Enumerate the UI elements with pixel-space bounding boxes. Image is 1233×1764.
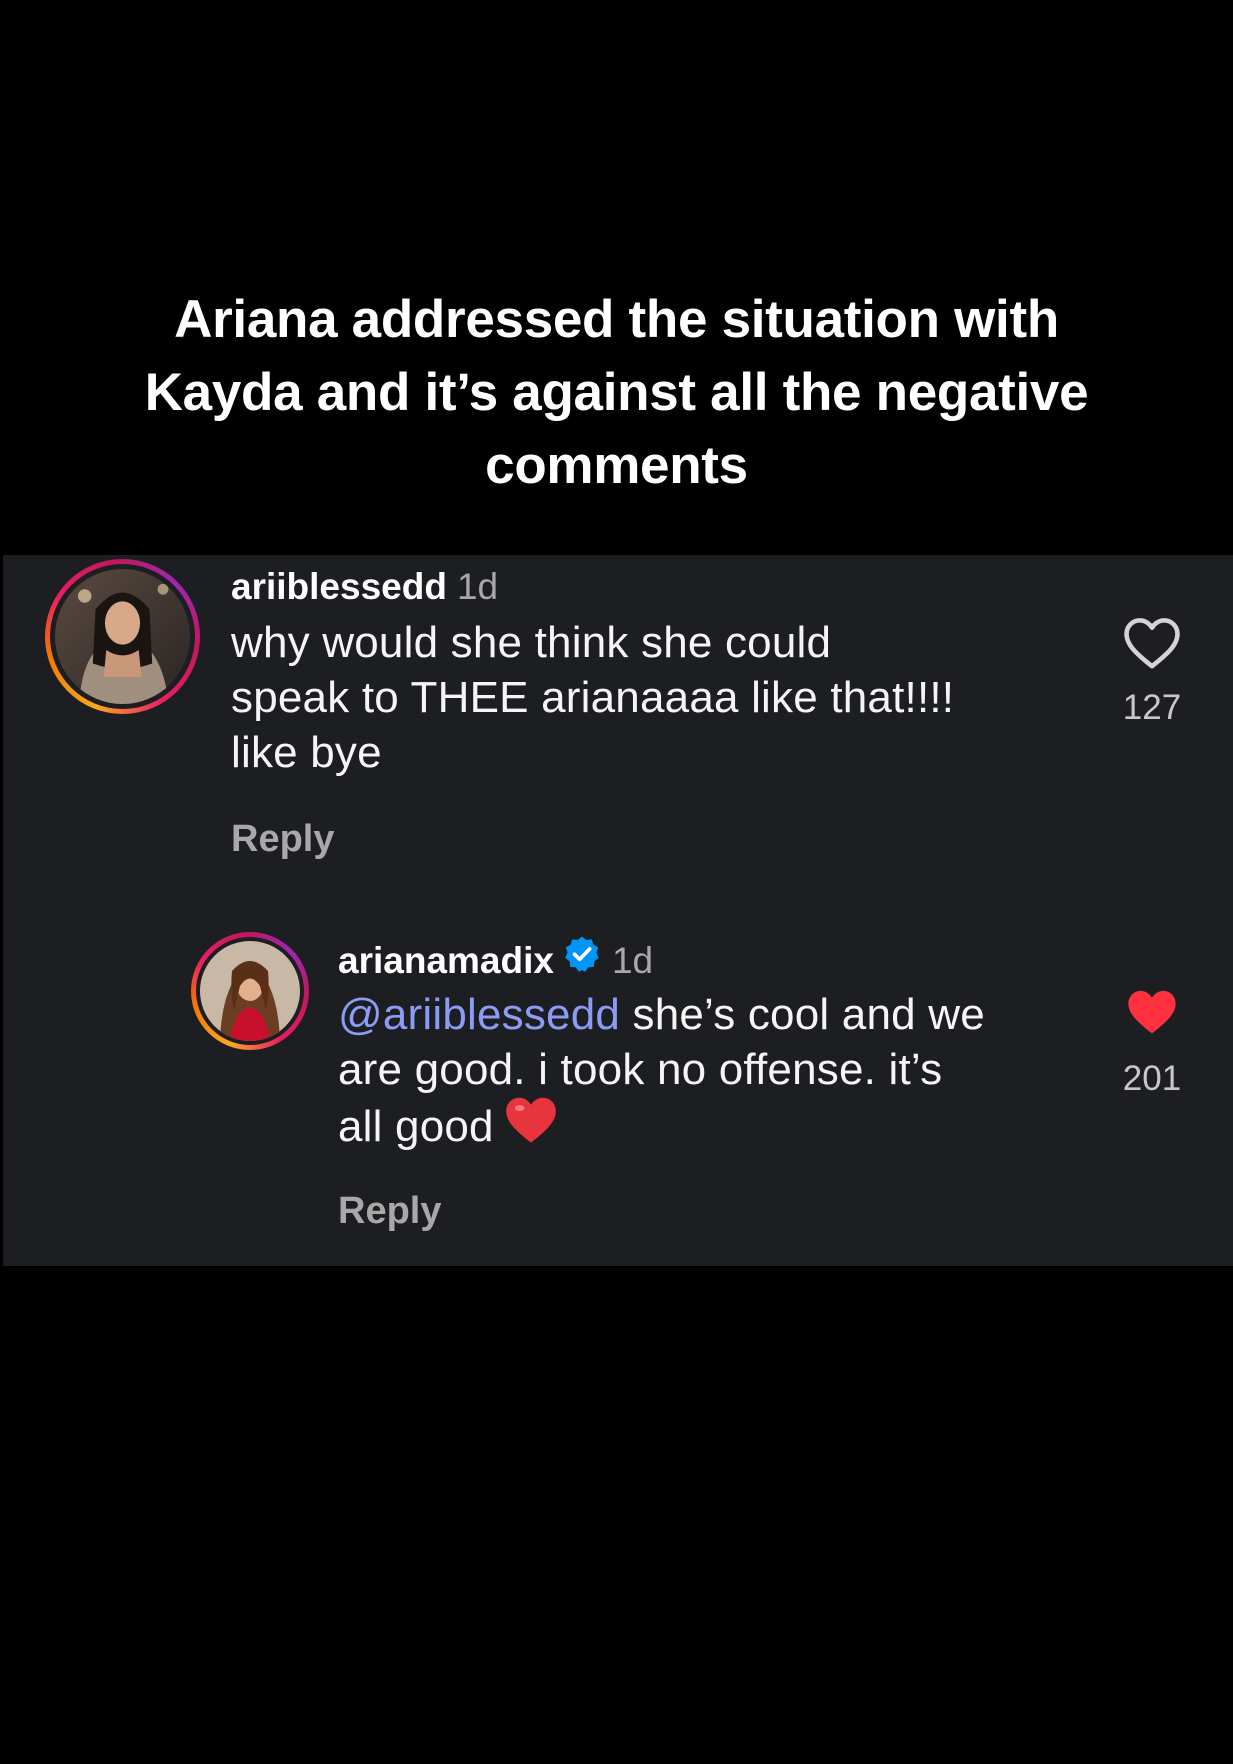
avatar[interactable] xyxy=(191,932,309,1050)
verified-badge-icon xyxy=(562,934,602,984)
red-heart-emoji xyxy=(502,1093,560,1158)
comment-line: why would she think she could xyxy=(231,618,832,667)
caption-line-2: Kayda and it’s against all the negative xyxy=(144,363,1089,422)
comment-line: all good xyxy=(338,1097,985,1162)
comment-line: @ariiblessedd she’s cool and we xyxy=(338,987,985,1042)
profile-photo xyxy=(55,569,190,704)
like-count: 127 xyxy=(1122,688,1182,727)
caption-line-3: comments xyxy=(485,436,748,495)
video-caption: Ariana addressed the situation with Kayd… xyxy=(60,283,1173,502)
mention-link[interactable]: @ariiblessedd xyxy=(338,990,620,1039)
heart-filled-icon[interactable] xyxy=(1123,985,1181,1037)
comment-line: like bye xyxy=(231,728,382,777)
reply-button[interactable]: Reply xyxy=(338,1189,441,1233)
username[interactable]: ariiblessedd xyxy=(231,566,447,607)
reply-button[interactable]: Reply xyxy=(231,817,334,861)
comment-line: speak to THEE arianaaaa like that!!!! xyxy=(231,673,955,722)
comment-meta: arianamadix 1d xyxy=(338,936,654,988)
profile-photo xyxy=(200,941,300,1041)
comment-meta: ariiblessedd 1d xyxy=(231,565,498,609)
username[interactable]: arianamadix xyxy=(338,940,554,981)
caption-line-1: Ariana addressed the situation with xyxy=(174,290,1059,349)
comment-arianamadix: arianamadix 1d @ariiblessedd she’s cool a… xyxy=(3,925,1233,1255)
heart-outline-icon[interactable] xyxy=(1121,614,1183,670)
timestamp: 1d xyxy=(456,566,499,607)
comment-text: why would she think she could speak to T… xyxy=(231,615,954,780)
comment-line-text: all good xyxy=(338,1102,494,1152)
comment-ariiblessedd: ariiblessedd 1d why would she think she c… xyxy=(3,555,1233,885)
comment-line-text: she’s cool and we xyxy=(620,990,985,1039)
like-count: 201 xyxy=(1122,1059,1182,1098)
comment-line: are good. i took no offense. it’s xyxy=(338,1045,943,1094)
comment-text: @ariiblessedd she’s cool and we are good… xyxy=(338,987,985,1162)
comments-panel: ariiblessedd 1d why would she think she c… xyxy=(3,555,1233,1266)
avatar[interactable] xyxy=(45,559,200,714)
timestamp: 1d xyxy=(611,939,654,981)
